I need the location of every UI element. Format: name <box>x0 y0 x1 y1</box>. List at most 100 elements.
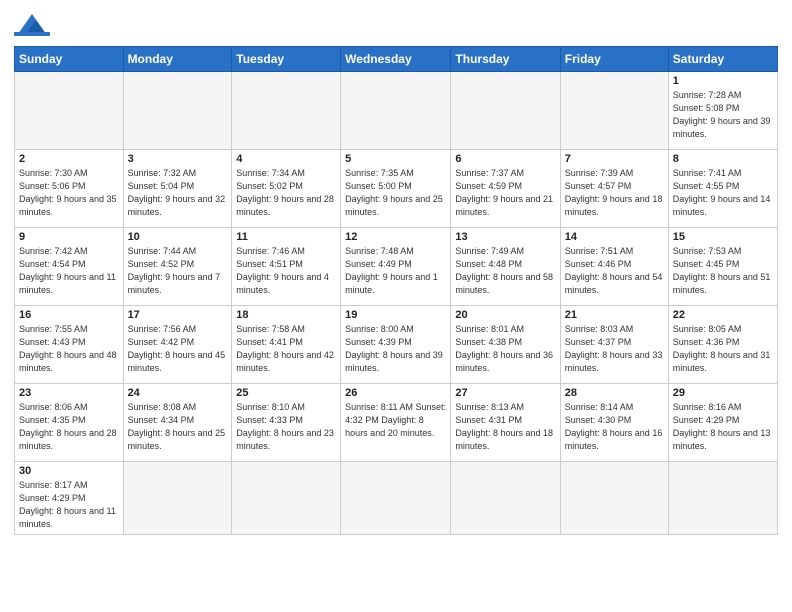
calendar-cell: 17 Sunrise: 7:56 AM Sunset: 4:42 PM Dayli… <box>123 306 232 384</box>
calendar-cell: 13 Sunrise: 7:49 AM Sunset: 4:48 PM Dayli… <box>451 228 560 306</box>
calendar-cell: 10 Sunrise: 7:44 AM Sunset: 4:52 PM Dayli… <box>123 228 232 306</box>
weekday-header-wednesday: Wednesday <box>341 47 451 72</box>
day-info: Sunrise: 8:08 AM Sunset: 4:34 PM Dayligh… <box>128 401 228 453</box>
calendar-cell <box>451 72 560 150</box>
calendar-cell: 21 Sunrise: 8:03 AM Sunset: 4:37 PM Dayli… <box>560 306 668 384</box>
day-number: 5 <box>345 153 446 165</box>
day-info: Sunrise: 7:37 AM Sunset: 4:59 PM Dayligh… <box>455 167 555 219</box>
weekday-header-thursday: Thursday <box>451 47 560 72</box>
day-number: 15 <box>673 231 773 243</box>
calendar-cell <box>232 462 341 535</box>
day-info: Sunrise: 7:49 AM Sunset: 4:48 PM Dayligh… <box>455 245 555 297</box>
day-info: Sunrise: 8:05 AM Sunset: 4:36 PM Dayligh… <box>673 323 773 375</box>
day-info: Sunrise: 7:48 AM Sunset: 4:49 PM Dayligh… <box>345 245 446 297</box>
day-number: 7 <box>565 153 664 165</box>
day-number: 8 <box>673 153 773 165</box>
logo <box>14 10 54 38</box>
calendar-cell: 26 Sunrise: 8:11 AM Sunset: 4:32 PM Dayli… <box>341 384 451 462</box>
day-number: 19 <box>345 309 446 321</box>
day-info: Sunrise: 7:30 AM Sunset: 5:06 PM Dayligh… <box>19 167 119 219</box>
calendar-cell: 19 Sunrise: 8:00 AM Sunset: 4:39 PM Dayli… <box>341 306 451 384</box>
day-number: 18 <box>236 309 336 321</box>
calendar-cell: 11Sunrise: 7:46 AM Sunset: 4:51 PM Dayli… <box>232 228 341 306</box>
day-info: Sunrise: 7:58 AM Sunset: 4:41 PM Dayligh… <box>236 323 336 375</box>
day-info: Sunrise: 7:32 AM Sunset: 5:04 PM Dayligh… <box>128 167 228 219</box>
weekday-header-monday: Monday <box>123 47 232 72</box>
day-info: Sunrise: 8:17 AM Sunset: 4:29 PM Dayligh… <box>19 479 119 531</box>
calendar-cell <box>341 462 451 535</box>
calendar-cell <box>668 462 777 535</box>
calendar-cell <box>560 72 668 150</box>
day-info: Sunrise: 8:14 AM Sunset: 4:30 PM Dayligh… <box>565 401 664 453</box>
calendar-cell: 30 Sunrise: 8:17 AM Sunset: 4:29 PM Dayli… <box>15 462 124 535</box>
calendar-cell: 29 Sunrise: 8:16 AM Sunset: 4:29 PM Dayli… <box>668 384 777 462</box>
logo-icon <box>14 10 50 38</box>
day-info: Sunrise: 7:35 AM Sunset: 5:00 PM Dayligh… <box>345 167 446 219</box>
calendar-cell <box>123 72 232 150</box>
day-number: 10 <box>128 231 228 243</box>
week-row-1: 2 Sunrise: 7:30 AM Sunset: 5:06 PM Daylig… <box>15 150 778 228</box>
calendar-cell: 14 Sunrise: 7:51 AM Sunset: 4:46 PM Dayli… <box>560 228 668 306</box>
weekday-header-tuesday: Tuesday <box>232 47 341 72</box>
calendar-cell: 16Sunrise: 7:55 AM Sunset: 4:43 PM Dayli… <box>15 306 124 384</box>
calendar-cell <box>341 72 451 150</box>
calendar-cell: 25 Sunrise: 8:10 AM Sunset: 4:33 PM Dayli… <box>232 384 341 462</box>
calendar-cell <box>123 462 232 535</box>
calendar-cell: 18 Sunrise: 7:58 AM Sunset: 4:41 PM Dayli… <box>232 306 341 384</box>
day-info: Sunrise: 7:44 AM Sunset: 4:52 PM Dayligh… <box>128 245 228 297</box>
day-info: Sunrise: 8:06 AM Sunset: 4:35 PM Dayligh… <box>19 401 119 453</box>
day-number: 6 <box>455 153 555 165</box>
day-number: 20 <box>455 309 555 321</box>
day-info: Sunrise: 8:10 AM Sunset: 4:33 PM Dayligh… <box>236 401 336 453</box>
day-number: 4 <box>236 153 336 165</box>
calendar-cell: 9Sunrise: 7:42 AM Sunset: 4:54 PM Daylig… <box>15 228 124 306</box>
day-number: 13 <box>455 231 555 243</box>
calendar-cell: 28 Sunrise: 8:14 AM Sunset: 4:30 PM Dayli… <box>560 384 668 462</box>
day-info: Sunrise: 7:53 AM Sunset: 4:45 PM Dayligh… <box>673 245 773 297</box>
day-info: Sunrise: 8:00 AM Sunset: 4:39 PM Dayligh… <box>345 323 446 375</box>
calendar-cell: 23Sunrise: 8:06 AM Sunset: 4:35 PM Dayli… <box>15 384 124 462</box>
day-info: Sunrise: 7:55 AM Sunset: 4:43 PM Dayligh… <box>19 323 119 375</box>
day-info: Sunrise: 7:28 AM Sunset: 5:08 PM Dayligh… <box>673 89 773 141</box>
calendar-cell: 27Sunrise: 8:13 AM Sunset: 4:31 PM Dayli… <box>451 384 560 462</box>
page-header <box>14 10 778 38</box>
calendar-cell: 22Sunrise: 8:05 AM Sunset: 4:36 PM Dayli… <box>668 306 777 384</box>
day-number: 28 <box>565 387 664 399</box>
day-info: Sunrise: 7:41 AM Sunset: 4:55 PM Dayligh… <box>673 167 773 219</box>
weekday-header-sunday: Sunday <box>15 47 124 72</box>
day-number: 14 <box>565 231 664 243</box>
calendar-cell: 7 Sunrise: 7:39 AM Sunset: 4:57 PM Daylig… <box>560 150 668 228</box>
calendar-cell: 20Sunrise: 8:01 AM Sunset: 4:38 PM Dayli… <box>451 306 560 384</box>
weekday-header-row: SundayMondayTuesdayWednesdayThursdayFrid… <box>15 47 778 72</box>
calendar-table: SundayMondayTuesdayWednesdayThursdayFrid… <box>14 46 778 535</box>
day-number: 25 <box>236 387 336 399</box>
day-info: Sunrise: 8:11 AM Sunset: 4:32 PM Dayligh… <box>345 401 446 440</box>
calendar-cell: 24Sunrise: 8:08 AM Sunset: 4:34 PM Dayli… <box>123 384 232 462</box>
day-number: 27 <box>455 387 555 399</box>
weekday-header-saturday: Saturday <box>668 47 777 72</box>
week-row-2: 9Sunrise: 7:42 AM Sunset: 4:54 PM Daylig… <box>15 228 778 306</box>
day-number: 29 <box>673 387 773 399</box>
day-info: Sunrise: 7:39 AM Sunset: 4:57 PM Dayligh… <box>565 167 664 219</box>
week-row-3: 16Sunrise: 7:55 AM Sunset: 4:43 PM Dayli… <box>15 306 778 384</box>
calendar-cell: 3Sunrise: 7:32 AM Sunset: 5:04 PM Daylig… <box>123 150 232 228</box>
day-info: Sunrise: 7:56 AM Sunset: 4:42 PM Dayligh… <box>128 323 228 375</box>
calendar-cell: 1 Sunrise: 7:28 AM Sunset: 5:08 PM Daylig… <box>668 72 777 150</box>
week-row-0: 1 Sunrise: 7:28 AM Sunset: 5:08 PM Daylig… <box>15 72 778 150</box>
day-number: 30 <box>19 465 119 477</box>
day-info: Sunrise: 8:16 AM Sunset: 4:29 PM Dayligh… <box>673 401 773 453</box>
day-info: Sunrise: 7:51 AM Sunset: 4:46 PM Dayligh… <box>565 245 664 297</box>
day-number: 21 <box>565 309 664 321</box>
calendar-cell: 4Sunrise: 7:34 AM Sunset: 5:02 PM Daylig… <box>232 150 341 228</box>
day-info: Sunrise: 7:42 AM Sunset: 4:54 PM Dayligh… <box>19 245 119 297</box>
day-number: 1 <box>673 75 773 87</box>
calendar-cell <box>15 72 124 150</box>
day-number: 17 <box>128 309 228 321</box>
day-info: Sunrise: 8:03 AM Sunset: 4:37 PM Dayligh… <box>565 323 664 375</box>
calendar-cell: 6 Sunrise: 7:37 AM Sunset: 4:59 PM Daylig… <box>451 150 560 228</box>
day-number: 2 <box>19 153 119 165</box>
day-number: 26 <box>345 387 446 399</box>
day-number: 12 <box>345 231 446 243</box>
calendar-cell: 12 Sunrise: 7:48 AM Sunset: 4:49 PM Dayli… <box>341 228 451 306</box>
calendar-cell: 8 Sunrise: 7:41 AM Sunset: 4:55 PM Daylig… <box>668 150 777 228</box>
